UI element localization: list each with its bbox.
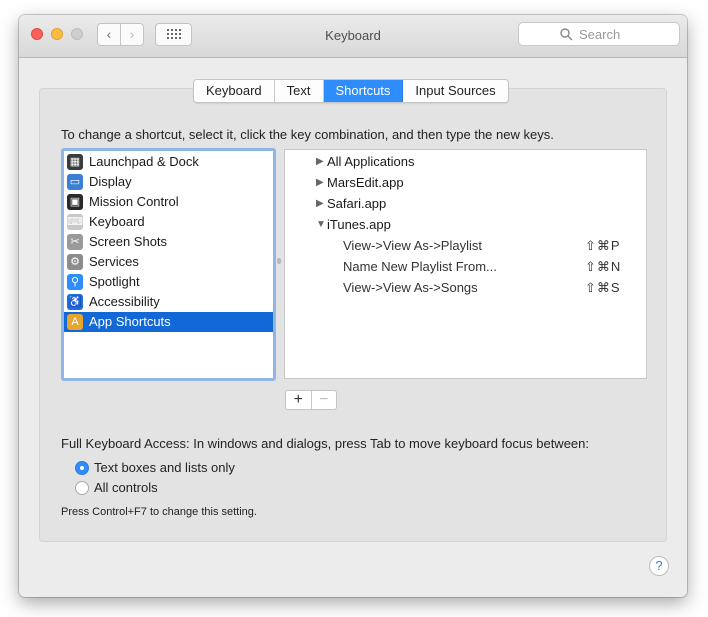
tab-input-sources[interactable]: Input Sources (403, 80, 508, 102)
shortcut-list[interactable]: ▶ All Applications ▶ MarsEdit.app ▶ Safari.ap… (284, 149, 647, 379)
sidebar-item-launchpad-dock[interactable]: ▦ Launchpad & Dock (64, 152, 273, 172)
app-group-label: All Applications (327, 154, 415, 169)
sidebar-item-label: Mission Control (89, 194, 179, 209)
sidebar-item-label: Spotlight (89, 274, 140, 289)
shortcut-key-combo[interactable]: ⇧⌘N (585, 256, 621, 277)
sidebar-item-screen-shots[interactable]: ✂ Screen Shots (64, 232, 273, 252)
keyboard-preferences-window: ‹ › Keyboard Search Keyboard Text Shortcut… (19, 15, 687, 597)
full-keyboard-access-label: Full Keyboard Access: In windows and dia… (61, 436, 589, 451)
shortcut-key-combo[interactable]: ⇧⌘P (585, 235, 621, 256)
sidebar-item-app-shortcuts[interactable]: A App Shortcuts (64, 312, 273, 332)
app-group-row[interactable]: ▶ MarsEdit.app (285, 172, 646, 193)
radio-label: All controls (94, 480, 158, 495)
accessibility-icon: ♿ (67, 294, 83, 310)
shortcut-menu-title: Name New Playlist From... (343, 259, 497, 274)
disclosure-triangle-right-icon[interactable]: ▶ (316, 193, 324, 214)
shortcut-row[interactable]: View->View As->Playlist ⇧⌘P (285, 235, 646, 256)
shortcut-row[interactable]: View->View As->Songs ⇧⌘S (285, 277, 646, 298)
instructions-text: To change a shortcut, select it, click t… (61, 127, 554, 142)
shortcut-menu-title: View->View As->Playlist (343, 238, 482, 253)
app-shortcuts-icon: A (67, 314, 83, 330)
title-bar: ‹ › Keyboard Search (19, 15, 687, 58)
sidebar-item-label: Launchpad & Dock (89, 154, 199, 169)
gear-icon: ⚙ (67, 254, 83, 270)
radio-button-selected[interactable] (75, 461, 89, 475)
category-list[interactable]: ▦ Launchpad & Dock ▭ Display ▣ Mission Contro… (61, 148, 276, 381)
keyboard-icon: ⌨ (67, 214, 83, 230)
add-shortcut-button[interactable]: + (286, 391, 312, 409)
sidebar-item-spotlight[interactable]: ⚲ Spotlight (64, 272, 273, 292)
tab-bar: Keyboard Text Shortcuts Input Sources (193, 79, 509, 103)
radio-button[interactable] (75, 481, 89, 495)
sidebar-item-label: Screen Shots (89, 234, 168, 249)
app-group-label: MarsEdit.app (327, 175, 404, 190)
radio-label: Text boxes and lists only (94, 460, 235, 475)
disclosure-triangle-right-icon[interactable]: ▶ (316, 151, 324, 172)
tab-shortcuts[interactable]: Shortcuts (323, 80, 404, 102)
remove-shortcut-button[interactable]: − (312, 391, 337, 409)
sidebar-item-services[interactable]: ⚙ Services (64, 252, 273, 272)
disclosure-triangle-down-icon[interactable]: ▼ (316, 214, 326, 235)
mission-control-icon: ▣ (67, 194, 83, 210)
sidebar-item-mission-control[interactable]: ▣ Mission Control (64, 192, 273, 212)
tab-keyboard[interactable]: Keyboard (194, 80, 275, 102)
shortcut-menu-title: View->View As->Songs (343, 280, 478, 295)
sidebar-item-label: Keyboard (89, 214, 145, 229)
split-view-divider[interactable] (277, 258, 281, 264)
app-group-row[interactable]: ▶ Safari.app (285, 193, 646, 214)
help-button[interactable]: ? (649, 556, 669, 576)
sidebar-item-keyboard[interactable]: ⌨ Keyboard (64, 212, 273, 232)
shortcut-row[interactable]: Name New Playlist From... ⇧⌘N (285, 256, 646, 277)
sidebar-item-accessibility[interactable]: ♿ Accessibility (64, 292, 273, 312)
sidebar-item-label: Display (89, 174, 132, 189)
spotlight-icon: ⚲ (67, 274, 83, 290)
launchpad-icon: ▦ (67, 154, 83, 170)
sidebar-item-display[interactable]: ▭ Display (64, 172, 273, 192)
sidebar-item-label: Accessibility (89, 294, 160, 309)
search-input[interactable]: Search (518, 22, 680, 46)
disclosure-triangle-right-icon[interactable]: ▶ (316, 172, 324, 193)
tab-text[interactable]: Text (274, 80, 324, 102)
screenshot-icon: ✂ (67, 234, 83, 250)
search-placeholder: Search (579, 27, 621, 42)
app-group-row[interactable]: ▶ All Applications (285, 151, 646, 172)
shortcut-key-combo[interactable]: ⇧⌘S (585, 277, 621, 298)
sidebar-item-label: App Shortcuts (89, 314, 171, 329)
app-group-label: iTunes.app (327, 217, 391, 232)
app-group-label: Safari.app (327, 196, 387, 211)
add-remove-control: + − (285, 390, 337, 410)
sidebar-item-label: Services (89, 254, 139, 269)
app-group-row[interactable]: ▼ iTunes.app (285, 214, 646, 235)
search-icon (560, 28, 573, 41)
display-icon: ▭ (67, 174, 83, 190)
keyboard-access-hint: Press Control+F7 to change this setting. (61, 506, 257, 518)
